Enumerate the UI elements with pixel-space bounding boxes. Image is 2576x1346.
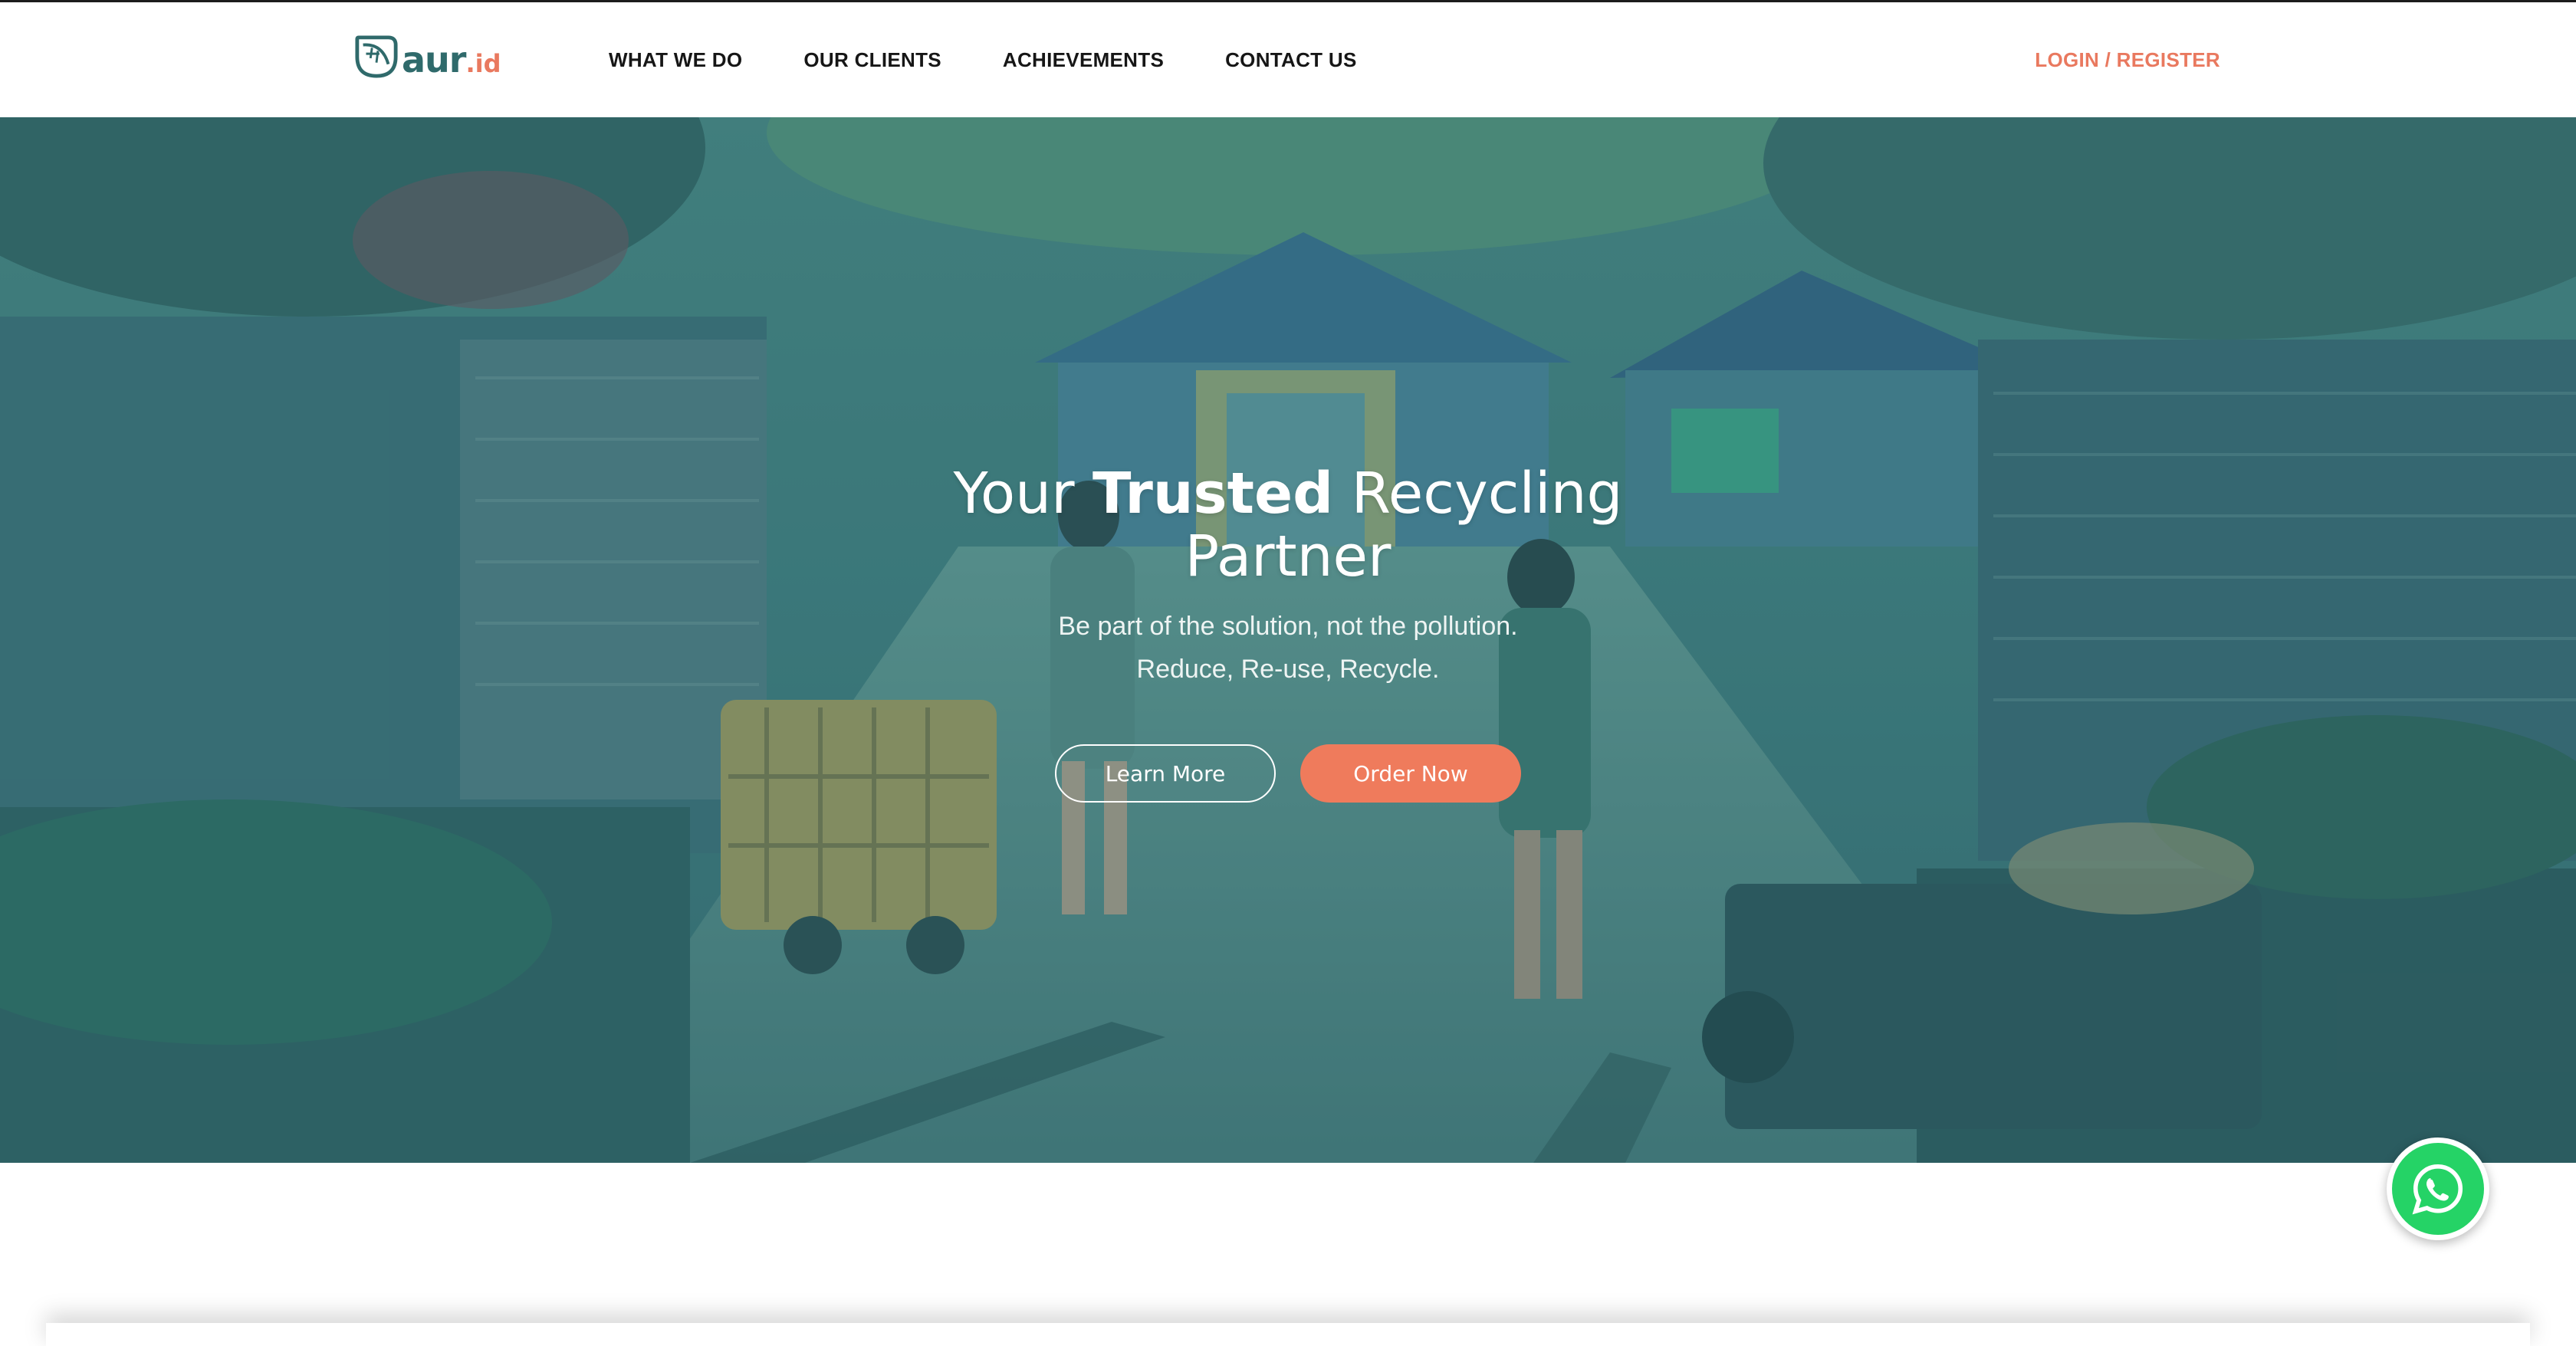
whatsapp-button-circle [2392,1143,2484,1235]
site-header: aur.id WHAT WE DO OUR CLIENTS ACHIEVEMEN… [0,2,2576,119]
hero-title: Your Trusted Recycling Partner [905,462,1671,588]
hero-content: Your Trusted Recycling Partner Be part o… [0,462,2576,803]
hero-subtitle-line2: Reduce, Re-use, Recycle. [1136,655,1440,684]
brand-name: aur [402,39,466,80]
hero-title-bold: Trusted [1092,461,1334,527]
brand-tld: .id [465,49,501,78]
nav-contact-us[interactable]: CONTACT US [1225,48,1357,72]
next-section [0,1163,2576,1346]
hero-subtitle-line1: Be part of the solution, not the polluti… [1058,612,1518,641]
hero-buttons: Learn More Order Now [0,744,2576,803]
hero-title-pre: Your [953,461,1093,527]
login-register-link[interactable]: LOGIN / REGISTER [2035,2,2220,117]
nav-our-clients[interactable]: OUR CLIENTS [803,48,941,72]
learn-more-button[interactable]: Learn More [1055,744,1276,803]
nav-what-we-do[interactable]: WHAT WE DO [609,48,742,72]
brand-logo[interactable]: aur.id [354,34,508,88]
order-now-button[interactable]: Order Now [1300,744,1521,803]
section-card-edge [46,1323,2530,1346]
main-nav: WHAT WE DO OUR CLIENTS ACHIEVEMENTS CONT… [609,2,1418,117]
brand-wordmark: aur.id [402,42,501,77]
whatsapp-button[interactable] [2387,1138,2489,1240]
leaf-icon [355,35,398,78]
whatsapp-icon [2412,1164,2463,1215]
hero-subtitle: Be part of the solution, not the polluti… [0,605,2576,691]
nav-achievements[interactable]: ACHIEVEMENTS [1003,48,1164,72]
hero-section: Your Trusted Recycling Partner Be part o… [0,117,2576,1163]
